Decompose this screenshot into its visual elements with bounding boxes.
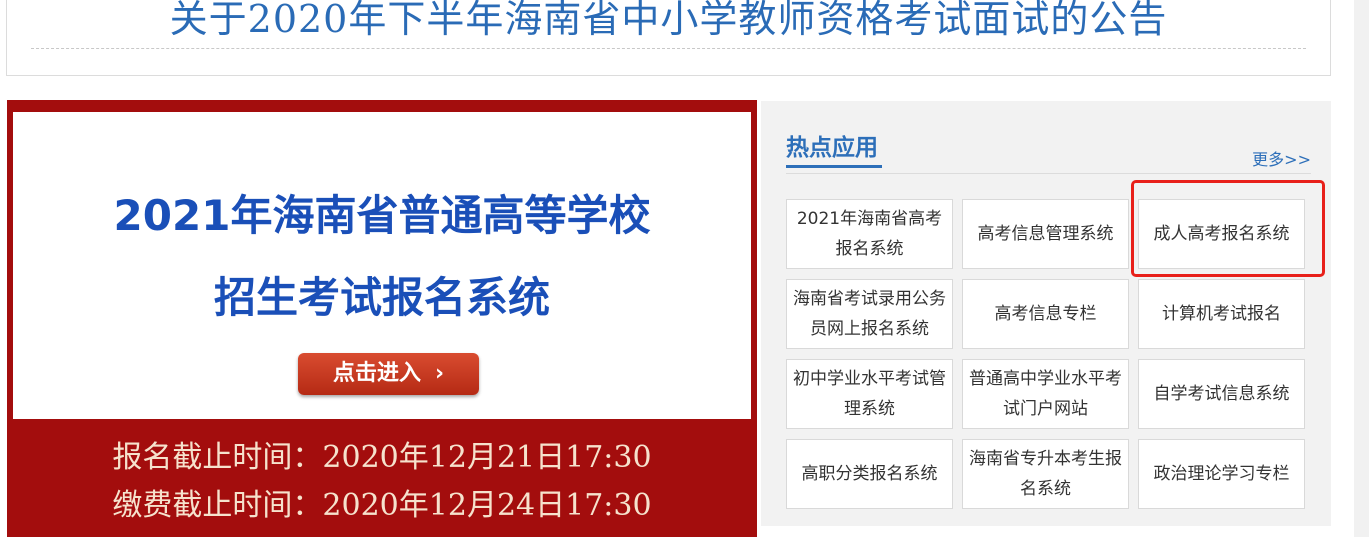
title-underline (786, 165, 882, 168)
hot-apps-panel: 热点应用 更多>> 2021年海南省高考报名系统 高考信息管理系统 成人高考报名… (761, 101, 1331, 526)
banner-title-line1: 2021年海南省普通高等学校 (113, 191, 651, 240)
dashed-divider (31, 48, 1306, 49)
announcement-header: 关于2020年下半年海南省中小学教师资格考试面试的公告 (6, 0, 1331, 76)
section-divider (786, 173, 1311, 174)
chevron-right-icon: › (434, 361, 445, 386)
app-tile-computer-exam-registration[interactable]: 计算机考试报名 (1138, 279, 1305, 349)
app-tile-upgrade-registration[interactable]: 海南省专升本考生报名系统 (962, 439, 1129, 509)
scrollbar-track[interactable] (1354, 0, 1369, 537)
banner-title-line2: 招生考试报名系统 (213, 273, 550, 322)
app-tile-political-theory-column[interactable]: 政治理论学习专栏 (1138, 439, 1305, 509)
app-tile-senior-high-exam-portal[interactable]: 普通高中学业水平考试门户网站 (962, 359, 1129, 429)
more-link[interactable]: 更多>> (1252, 146, 1311, 170)
banner-panel: 2021年海南省普通高等学校 招生考试报名系统 点击进入 › (13, 112, 751, 419)
payment-deadline: 缴费截止时间：2020年12月24日17:30 (112, 488, 652, 523)
announcement-title[interactable]: 关于2020年下半年海南省中小学教师资格考试面试的公告 (7, 0, 1330, 43)
app-tile-adult-gaokao-registration[interactable]: 成人高考报名系统 (1138, 199, 1305, 269)
app-tile-vocational-registration[interactable]: 高职分类报名系统 (786, 439, 953, 509)
app-tile-civil-service-registration[interactable]: 海南省考试录用公务员网上报名系统 (786, 279, 953, 349)
hot-apps-title: 热点应用 (786, 135, 878, 161)
app-tile-gaokao-info-management[interactable]: 高考信息管理系统 (962, 199, 1129, 269)
enter-button[interactable]: 点击进入 › (298, 353, 479, 395)
registration-deadline: 报名截止时间：2020年12月21日17:30 (112, 440, 652, 475)
app-grid: 2021年海南省高考报名系统 高考信息管理系统 成人高考报名系统 海南省考试录用… (786, 199, 1305, 509)
app-tile-junior-high-exam-management[interactable]: 初中学业水平考试管理系统 (786, 359, 953, 429)
app-tile-self-study-exam-info[interactable]: 自学考试信息系统 (1138, 359, 1305, 429)
app-tile-gaokao-registration[interactable]: 2021年海南省高考报名系统 (786, 199, 953, 269)
app-tile-gaokao-info-column[interactable]: 高考信息专栏 (962, 279, 1129, 349)
registration-banner[interactable]: 2021年海南省普通高等学校 招生考试报名系统 点击进入 › 报名截止时间：20… (7, 100, 757, 537)
enter-button-label: 点击进入 (332, 361, 421, 386)
